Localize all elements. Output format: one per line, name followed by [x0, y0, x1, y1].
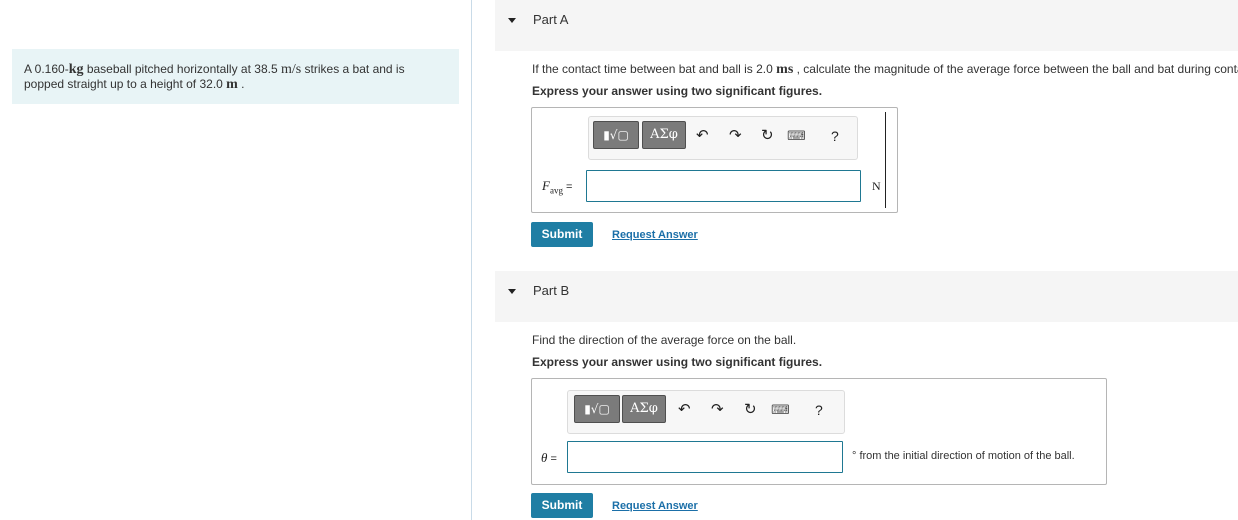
greek-symbols-button[interactable]: ΑΣφ	[622, 395, 666, 423]
part-a-answer-box: ▮√▢ ΑΣφ ↶ ↷ ↻ ⌨ ? Favg = N	[531, 107, 898, 213]
part-a-prompt: If the contact time between bat and ball…	[532, 62, 1238, 78]
equals-sign: =	[562, 181, 573, 193]
unit-m: m	[226, 77, 238, 92]
unit-speed: m/s	[280, 62, 302, 77]
help-icon[interactable]: ?	[815, 402, 823, 418]
submit-button[interactable]: Submit	[531, 493, 593, 518]
unit-newton: N	[872, 179, 881, 193]
part-a-instruction: Express your answer using two significan…	[532, 84, 823, 98]
answer-variable-label: θ =	[541, 450, 557, 466]
greek-symbols-button[interactable]: ΑΣφ	[642, 121, 686, 149]
problem-text: baseball pitched horizontally at 38.5	[83, 62, 281, 76]
submit-button[interactable]: Submit	[531, 222, 593, 247]
unit-kg: kg	[68, 62, 84, 77]
angle-input[interactable]	[567, 441, 843, 473]
reset-icon[interactable]: ↻	[744, 402, 757, 418]
collapse-caret-icon[interactable]	[508, 18, 516, 23]
problem-panel: A 0.160-kg baseball pitched horizontally…	[0, 0, 471, 520]
keyboard-icon[interactable]: ⌨	[771, 402, 790, 418]
math-toolbar: ▮√▢ ΑΣφ ↶ ↷ ↻ ⌨ ?	[567, 390, 845, 434]
request-answer-link[interactable]: Request Answer	[612, 500, 698, 512]
part-a-title: Part A	[533, 12, 569, 27]
templates-button[interactable]: ▮√▢	[574, 395, 620, 423]
panel-divider	[471, 0, 472, 520]
reset-icon[interactable]: ↻	[761, 128, 774, 144]
keyboard-icon[interactable]: ⌨	[787, 128, 806, 144]
undo-icon[interactable]: ↶	[696, 128, 709, 144]
problem-text: .	[237, 77, 245, 91]
problem-text: A 0.160-	[24, 62, 69, 76]
prompt-text: If the contact time between bat and ball…	[532, 62, 777, 76]
answer-variable-label: Favg =	[542, 178, 572, 196]
undo-icon[interactable]: ↶	[678, 402, 691, 418]
math-toolbar: ▮√▢ ΑΣφ ↶ ↷ ↻ ⌨ ?	[588, 116, 858, 160]
redo-icon[interactable]: ↷	[729, 128, 742, 144]
part-b-instruction: Express your answer using two significan…	[532, 355, 823, 369]
var-f: F	[542, 178, 550, 193]
help-icon[interactable]: ?	[831, 128, 839, 144]
var-subscript: avg	[549, 185, 563, 196]
part-b-header[interactable]: Part B	[495, 271, 1238, 322]
request-answer-link[interactable]: Request Answer	[612, 229, 698, 241]
part-b-title: Part B	[533, 283, 570, 298]
unit-direction-text: ° from the initial direction of motion o…	[852, 450, 1075, 462]
unit-ms: ms	[776, 62, 794, 77]
part-b-prompt: Find the direction of the average force …	[532, 333, 797, 347]
part-a-header[interactable]: Part A	[495, 0, 1238, 51]
problem-statement: A 0.160-kg baseball pitched horizontally…	[12, 49, 459, 104]
scroll-bar[interactable]	[885, 112, 886, 208]
part-b-answer-box: ▮√▢ ΑΣφ ↶ ↷ ↻ ⌨ ? θ = ° from the initial…	[531, 378, 1107, 485]
redo-icon[interactable]: ↷	[711, 402, 724, 418]
collapse-caret-icon[interactable]	[508, 289, 516, 294]
force-input[interactable]	[586, 170, 861, 202]
templates-button[interactable]: ▮√▢	[593, 121, 639, 149]
equals-sign: =	[547, 453, 557, 465]
prompt-text: , calculate the magnitude of the average…	[793, 62, 1238, 76]
